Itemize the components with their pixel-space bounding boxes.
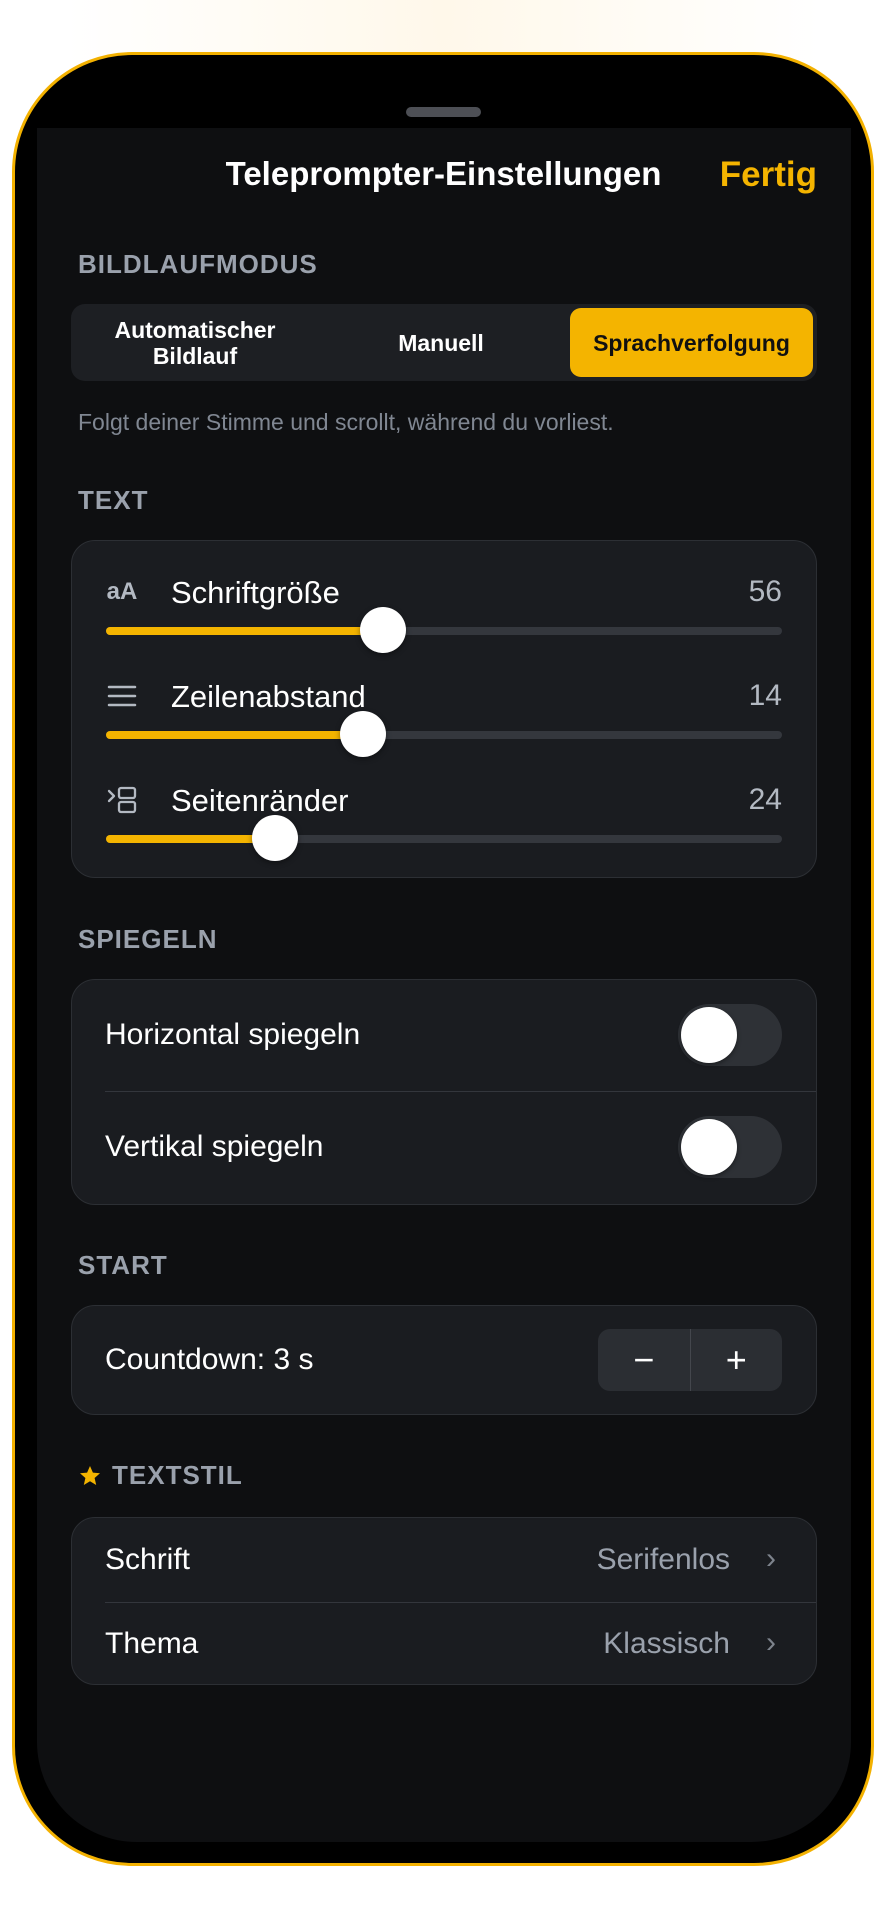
horizontal-mirror-label: Horizontal spiegeln [105,1018,361,1051]
chevron-right-icon: › [766,1542,776,1575]
start-section-label: START [78,1250,168,1280]
segment-auto-scroll[interactable]: Automatischer Bildlauf [75,308,315,377]
vertical-mirror-toggle-knob [681,1119,737,1175]
horizontal-mirror-toggle-knob [681,1007,737,1063]
scroll-mode-section-label: BILDLAUFMODUS [78,249,318,279]
font-label: Schrift [105,1543,191,1576]
textstyle-section-header: TEXTSTIL [78,1460,243,1491]
font-size-slider[interactable] [106,607,782,653]
line-spacing-icon [105,679,139,713]
font-size-slider-fill [106,627,384,635]
theme-value: Klassisch [603,1627,730,1660]
line-spacing-row: Zeilenabstand 14 [72,675,816,775]
margins-slider-thumb[interactable] [252,815,298,861]
page-title: Teleprompter-Einstellungen [225,155,662,192]
textstyle-section-label: TEXTSTIL [112,1460,243,1490]
text-section-label: TEXT [78,485,149,515]
vertical-mirror-row: Vertikal spiegeln [72,1092,816,1202]
font-size-slider-thumb[interactable] [360,607,407,653]
margins-slider-fill [106,835,275,843]
margins-slider[interactable] [106,815,782,861]
segment-voice-tracking-label: Sprachverfolgung [593,329,790,356]
scroll-mode-hint: Folgt deiner Stimme und scrollt, während… [78,409,614,435]
margins-row: Seitenränder 24 [72,779,816,879]
line-spacing-value: 14 [748,679,782,712]
countdown-decrease-button[interactable]: − [598,1329,690,1391]
segment-voice-tracking[interactable]: Sprachverfolgung [570,308,813,377]
countdown-label: Countdown: 3 s [105,1343,314,1376]
horizontal-mirror-row: Horizontal spiegeln [72,980,816,1090]
font-size-row: aA Schriftgröße 56 [72,571,816,671]
star-icon [80,1465,100,1485]
line-spacing-slider[interactable] [106,711,782,757]
line-spacing-slider-fill [106,731,363,739]
mirror-settings-card: Horizontal spiegeln Vertikal spiegeln [71,979,817,1205]
scroll-mode-segmented-control: Automatischer Bildlauf Manuell Sprachverf… [71,304,817,381]
segment-manual[interactable]: Manuell [321,308,561,377]
textstyle-settings-card: Schrift Serifenlos › Thema Klassisch › [71,1517,817,1685]
vertical-mirror-label: Vertikal spiegeln [105,1130,324,1163]
done-button[interactable]: Fertig [720,155,817,195]
margins-label: Seitenränder [171,783,349,818]
line-spacing-slider-thumb[interactable] [339,711,386,757]
segment-auto-scroll-label: Automatischer Bildlauf [114,316,276,369]
line-spacing-label: Zeilenabstand [171,679,366,714]
start-settings-card: Countdown: 3 s − + [71,1305,817,1415]
sheet-grabber[interactable] [406,107,481,117]
font-row[interactable]: Schrift Serifenlos › [72,1518,816,1601]
countdown-increase-button[interactable]: + [691,1329,783,1391]
text-size-icon: aA [106,578,138,605]
segment-manual-label: Manuell [398,329,484,356]
theme-row[interactable]: Thema Klassisch › [72,1602,816,1685]
theme-label: Thema [105,1627,199,1660]
countdown-stepper: − + [598,1329,782,1391]
mirror-section-label: SPIEGELN [78,924,218,954]
vertical-mirror-toggle[interactable] [678,1116,782,1178]
font-value: Serifenlos [596,1543,730,1576]
margins-icon [105,783,139,817]
horizontal-mirror-toggle[interactable] [678,1004,782,1066]
font-size-label: Schriftgröße [171,575,340,610]
text-settings-card: aA Schriftgröße 56 Zeilenabstand 14 Seit… [71,540,817,878]
margins-value: 24 [748,783,782,816]
chevron-right-icon: › [766,1626,776,1659]
font-size-value: 56 [748,575,782,608]
